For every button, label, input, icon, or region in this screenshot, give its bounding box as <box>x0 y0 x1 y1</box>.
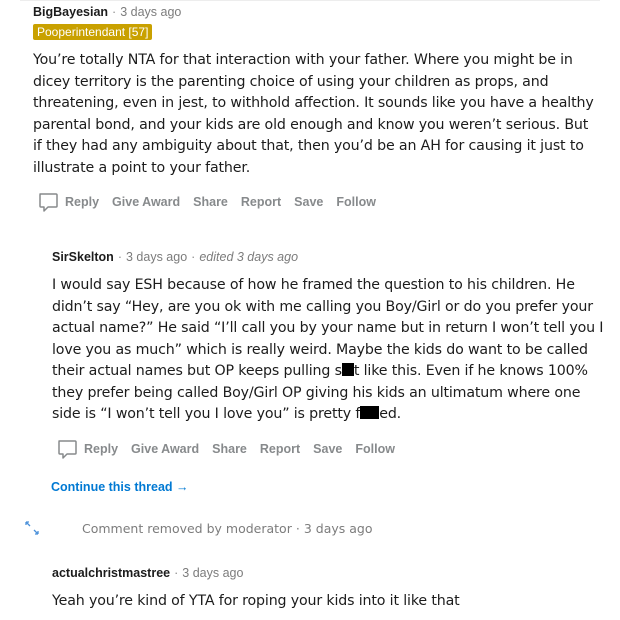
body-line: threatening, even in jest, to withhold a… <box>33 95 594 111</box>
report-button[interactable]: Report <box>241 195 281 209</box>
body-line: actual name?” He said “I’ll call you by … <box>52 320 604 336</box>
comment-author[interactable]: SirSkelton <box>52 250 114 264</box>
continue-thread-link[interactable]: Continue this thread → <box>51 480 189 494</box>
top-divider <box>20 0 600 1</box>
follow-button[interactable]: Follow <box>336 195 376 209</box>
comment-meta: BigBayesian · 3 days ago <box>33 5 181 19</box>
body-line: side is “I won’t tell you I love you” is… <box>52 404 603 426</box>
save-button[interactable]: Save <box>294 195 323 209</box>
comment-body: Yeah you’re kind of YTA for roping your … <box>52 591 460 613</box>
share-button[interactable]: Share <box>193 195 228 209</box>
body-line: if they had any ambiguity about that, th… <box>33 138 584 154</box>
separator-dot: · <box>191 250 196 264</box>
removed-comment: Comment removed by moderator · 3 days ago <box>82 521 372 536</box>
continue-thread-label: Continue this thread <box>51 480 173 494</box>
body-text-segment: side is “I won’t tell you I love you” is… <box>52 406 361 422</box>
reply-button[interactable]: Reply <box>65 195 99 209</box>
give-award-button[interactable]: Give Award <box>112 195 180 209</box>
separator-dot: · <box>295 521 300 536</box>
comment-body: You’re totally NTA for that interaction … <box>33 50 594 179</box>
report-button[interactable]: Report <box>260 442 300 456</box>
removed-label: Comment removed by moderator <box>82 521 292 536</box>
body-text-segment: ed. <box>379 406 402 422</box>
separator-dot: · <box>117 250 122 264</box>
body-text-segment: their actual names but OP keeps pulling … <box>52 363 342 379</box>
comment-meta: SirSkelton · 3 days ago · edited 3 days ago <box>52 250 298 264</box>
body-text-segment: t like this. Even if he knows 100% <box>353 363 588 379</box>
arrow-right-icon: → <box>172 480 189 494</box>
body-line: love you as much” which is really weird.… <box>52 341 588 358</box>
share-button[interactable]: Share <box>212 442 247 456</box>
body-line: You’re totally NTA for that interaction … <box>33 52 573 68</box>
body-line: their actual names but OP keeps pulling … <box>52 361 603 383</box>
comment-author[interactable]: BigBayesian <box>33 5 108 19</box>
user-flair: Pooperintendant [57] <box>33 24 153 40</box>
comment-time[interactable]: 3 days ago <box>126 250 187 264</box>
body-line: parental bond, and your kids are old eno… <box>33 116 589 133</box>
body-line: illustrate a point to your father. <box>33 159 251 176</box>
save-button[interactable]: Save <box>313 442 342 456</box>
comment-actions: Reply Give Award Share Report Save Follo… <box>37 191 389 213</box>
comment-time[interactable]: 3 days ago <box>182 566 243 580</box>
give-award-button[interactable]: Give Award <box>131 442 199 456</box>
redaction-block <box>360 406 380 419</box>
comment-body: I would say ESH because of how he framed… <box>52 275 603 426</box>
body-line: Yeah you’re kind of YTA for roping your … <box>52 593 460 609</box>
body-line: didn’t say “Hey, are you ok with me call… <box>52 298 593 315</box>
expand-icon[interactable] <box>24 520 40 536</box>
comment-actions: Reply Give Award Share Report Save Follo… <box>56 438 408 460</box>
redaction-block <box>341 363 354 376</box>
comment-time[interactable]: 3 days ago <box>120 5 181 19</box>
body-line: dicey territory is the parenting choice … <box>33 73 549 90</box>
separator-dot: · <box>112 5 117 19</box>
separator-dot: · <box>174 566 179 580</box>
comment-meta: actualchristmastree · 3 days ago <box>52 566 243 580</box>
comment-author[interactable]: actualchristmastree <box>52 566 170 580</box>
comment-bubble-icon[interactable] <box>37 191 59 213</box>
edited-label: edited 3 days ago <box>199 250 299 264</box>
body-line: they prefer being called Boy/Girl OP giv… <box>52 384 581 401</box>
comment-time[interactable]: 3 days ago <box>304 521 373 536</box>
follow-button[interactable]: Follow <box>355 442 395 456</box>
reply-button[interactable]: Reply <box>84 442 118 456</box>
comment-bubble-icon[interactable] <box>56 438 78 460</box>
body-line: I would say ESH because of how he framed… <box>52 277 575 293</box>
